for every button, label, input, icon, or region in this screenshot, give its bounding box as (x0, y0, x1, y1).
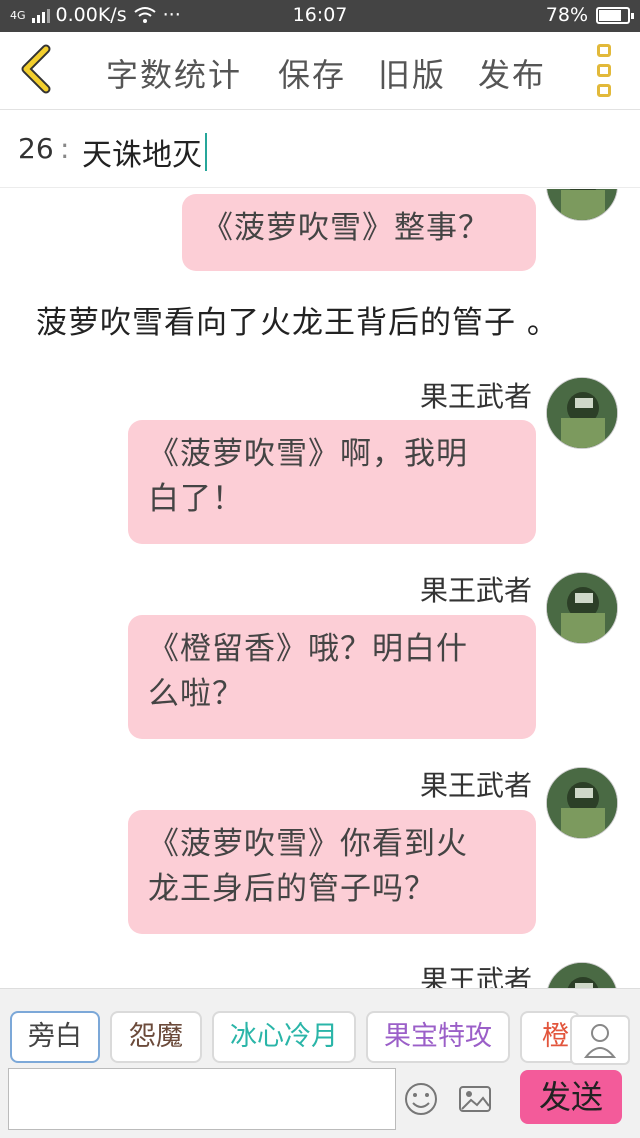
bubble-line: 龙王身后的管子吗？ (148, 871, 436, 907)
image-icon[interactable] (458, 1082, 492, 1116)
character-chip-guobao[interactable]: 果宝特攻 (366, 1011, 510, 1063)
character-chip-narrator[interactable]: 旁白 (10, 1011, 100, 1063)
chapter-number: 26 (18, 132, 54, 165)
message-input[interactable] (8, 1068, 396, 1130)
publish-button[interactable]: 发布 (478, 50, 546, 96)
text-cursor (205, 133, 207, 171)
character-chip-bingxin[interactable]: 冰心冷月 (212, 1011, 356, 1063)
avatar[interactable] (546, 377, 618, 449)
dialogue-bubble[interactable]: 《菠萝吹雪》啊，我明 白了！ (128, 420, 536, 544)
avatar[interactable] (546, 767, 618, 839)
back-arrow-icon[interactable] (14, 44, 58, 94)
character-selector: 旁白 怨魔 冰心冷月 果宝特攻 橙 (0, 988, 640, 1068)
narration-text[interactable]: 菠萝吹雪看向了火龙王背后的管子 。 (36, 297, 559, 342)
word-count-button[interactable]: 字数统计 (106, 50, 242, 96)
chapter-title[interactable]: 天诛地灭 (82, 130, 202, 174)
bubble-line: 白了！ (148, 481, 244, 517)
bubble-line: 么啦？ (148, 676, 244, 712)
speaker-name: 果王武者 (420, 574, 533, 607)
clock: 16:07 (292, 4, 348, 26)
speaker-name: 果王武者 (420, 964, 533, 988)
dialogue-bubble[interactable]: 《菠萝吹雪》你看到火 龙王身后的管子吗？ (128, 810, 536, 934)
dialogue-list[interactable]: 《菠萝吹雪》整事？ 菠萝吹雪看向了火龙王背后的管子 。 果王武者 《菠萝吹雪》啊… (0, 189, 640, 988)
dialogue-bubble[interactable]: 《橙留香》哦？明白什 么啦？ (128, 615, 536, 739)
user-icon[interactable] (570, 1015, 630, 1065)
send-button[interactable]: 发送 (520, 1070, 622, 1124)
bubble-line: 《菠萝吹雪》你看到火 (148, 826, 468, 862)
status-bar: 4G 0.00K/s ··· 16:07 78% (0, 0, 640, 32)
chapter-title-field[interactable]: 26 : 天诛地灭 (0, 110, 640, 188)
battery-percent: 78% (545, 4, 588, 26)
old-version-button[interactable]: 旧版 (378, 50, 446, 96)
message-input-bar: 发送 (0, 1068, 640, 1138)
avatar[interactable] (546, 189, 618, 221)
save-button[interactable]: 保存 (278, 50, 346, 96)
bubble-line: 《橙留香》哦？明白什 (148, 631, 468, 667)
avatar[interactable] (546, 962, 618, 988)
bubble-line: 《菠萝吹雪》啊，我明 (148, 436, 468, 472)
editor-toolbar: 字数统计 保存 旧版 发布 (0, 32, 640, 110)
battery-fill (599, 9, 621, 21)
avatar[interactable] (546, 572, 618, 644)
more-menu-icon[interactable] (590, 44, 620, 100)
battery-icon (596, 6, 634, 24)
dialogue-bubble[interactable]: 《菠萝吹雪》整事？ (182, 194, 536, 271)
speaker-name: 果王武者 (420, 769, 533, 802)
chapter-separator: : (60, 132, 70, 165)
character-chip-yuanmo[interactable]: 怨魔 (110, 1011, 202, 1063)
emoji-icon[interactable] (404, 1082, 438, 1116)
speaker-name: 果王武者 (420, 380, 533, 413)
